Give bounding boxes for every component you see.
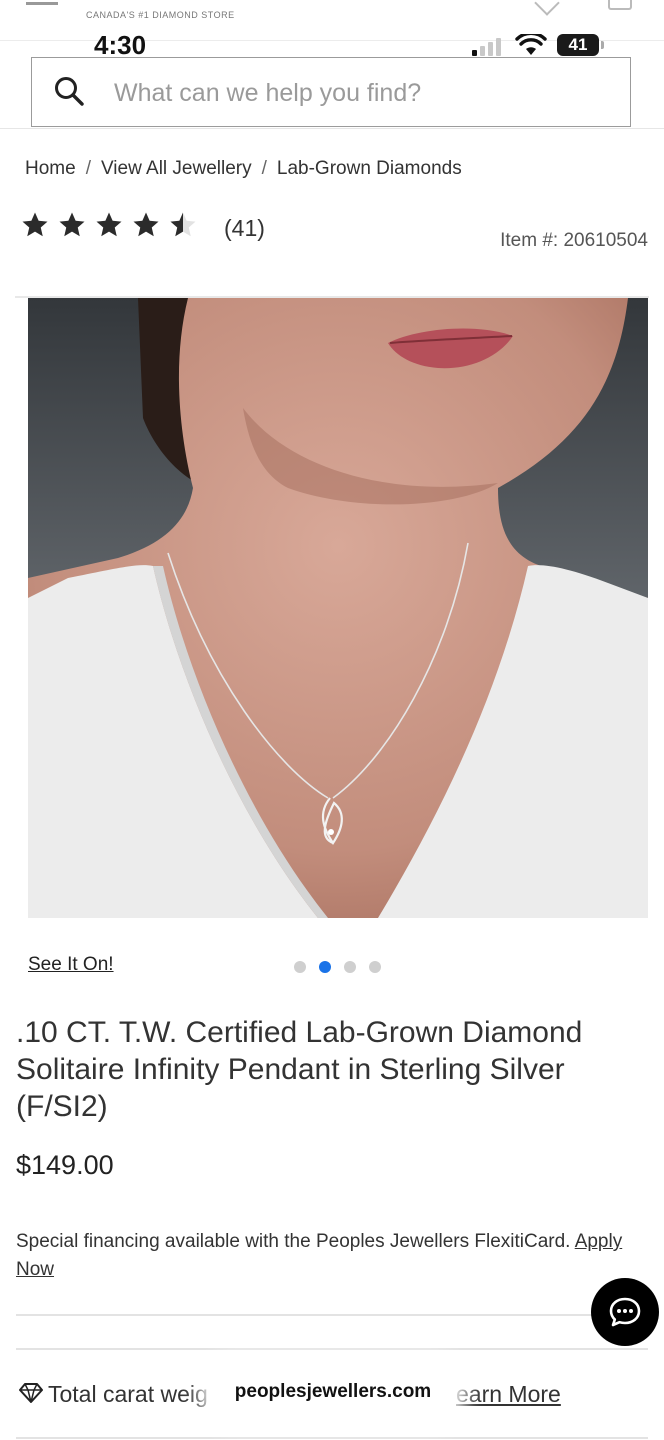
carousel-dots — [294, 961, 381, 973]
breadcrumb: Home / View All Jewellery / Lab-Grown Diamon… — [25, 158, 462, 180]
item-number: Item #: 20610504 — [500, 230, 648, 251]
star-full-icon — [96, 212, 122, 237]
learn-more-link[interactable]: earn More — [456, 1381, 561, 1408]
search-input[interactable] — [112, 72, 616, 114]
chat-icon — [609, 1297, 641, 1327]
breadcrumb-separator: / — [261, 158, 267, 179]
signal-icon — [472, 36, 506, 56]
carousel-dot[interactable] — [369, 961, 381, 973]
divider — [16, 1348, 648, 1350]
see-it-on-link[interactable]: See It On! — [28, 954, 114, 976]
carousel-dot[interactable] — [344, 961, 356, 973]
breadcrumb-home[interactable]: Home — [25, 158, 76, 179]
cart-icon[interactable] — [608, 0, 632, 10]
wishlist-icon[interactable] — [534, 0, 560, 16]
breadcrumb-separator: / — [85, 158, 91, 179]
search-bar[interactable] — [31, 57, 631, 127]
carousel-dot[interactable] — [294, 961, 306, 973]
product-title: .10 CT. T.W. Certified Lab-Grown Diamond… — [16, 1016, 583, 1123]
diamond-icon — [19, 1383, 43, 1403]
chat-button[interactable] — [591, 1278, 659, 1346]
product-price: $149.00 — [16, 1150, 114, 1180]
divider — [16, 1314, 648, 1316]
star-full-icon — [133, 212, 159, 237]
carat-weight-label: Total carat weig — [48, 1381, 208, 1407]
star-full-icon — [59, 212, 85, 237]
brand-tagline: CANADA'S #1 DIAMOND STORE — [86, 10, 235, 20]
review-count[interactable]: (41) — [224, 215, 265, 242]
breadcrumb-all-jewellery[interactable]: View All Jewellery — [101, 158, 252, 179]
star-rating[interactable] — [20, 210, 198, 240]
star-full-icon — [22, 212, 48, 237]
search-icon[interactable] — [54, 76, 84, 106]
product-image[interactable] — [28, 298, 648, 918]
carousel-dot-active[interactable] — [319, 961, 331, 973]
financing-notice: Special financing available with the Peo… — [16, 1228, 646, 1284]
battery-indicator: 41 — [557, 34, 599, 56]
product-photo — [28, 298, 648, 918]
menu-icon[interactable] — [26, 2, 58, 5]
star-half-icon — [170, 212, 196, 237]
financing-text: Special financing available with the Peo… — [16, 1231, 571, 1252]
divider — [16, 1437, 648, 1439]
divider — [0, 128, 664, 129]
battery-tip — [601, 41, 604, 49]
browser-url-bar[interactable]: peoplesjewellers.com — [212, 1370, 454, 1414]
breadcrumb-lab-grown[interactable]: Lab-Grown Diamonds — [277, 158, 462, 179]
wifi-icon — [515, 34, 547, 55]
